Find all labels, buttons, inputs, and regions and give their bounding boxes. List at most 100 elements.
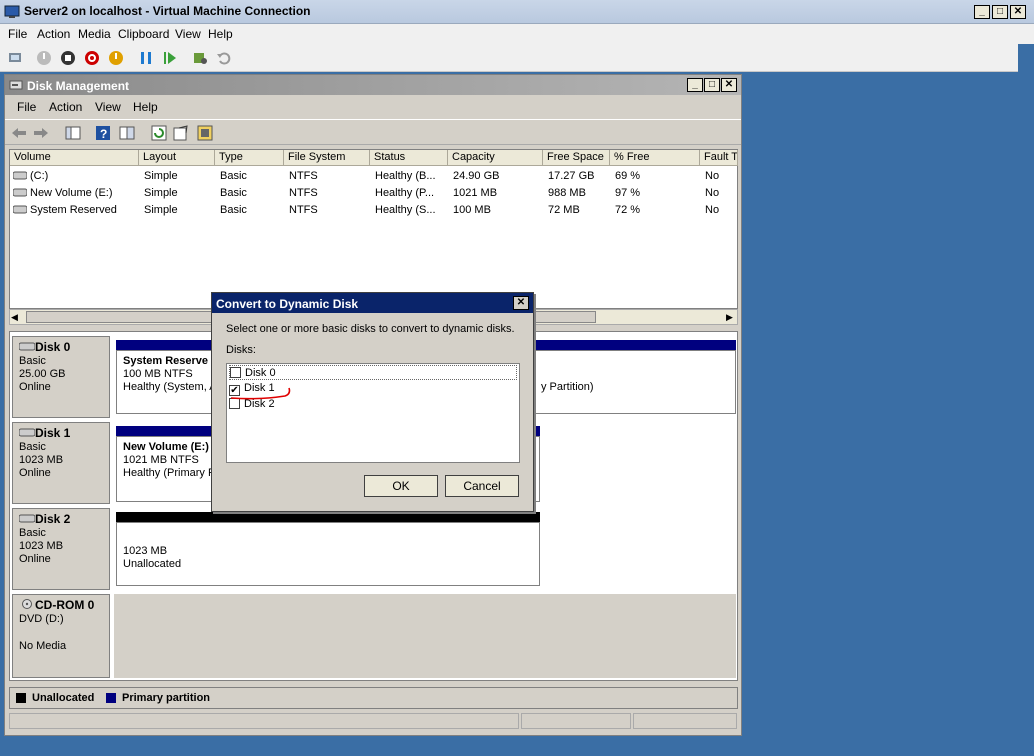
properties-icon[interactable] (173, 125, 189, 141)
vm-menu-action[interactable]: Action (37, 27, 70, 41)
dm-menu-view[interactable]: View (95, 100, 121, 114)
partition-title: System Reserve (123, 355, 209, 367)
col-header-volume[interactable]: Volume (10, 150, 139, 166)
primary-partition-swatch (106, 693, 116, 703)
disk-2-label[interactable]: Disk 2 Basic 1023 MB Online (12, 508, 110, 590)
cell-filesystem: NTFS (289, 204, 318, 216)
dm-close-button[interactable]: ✕ (721, 78, 737, 92)
ok-button[interactable]: OK (364, 475, 438, 497)
disk-1-label[interactable]: Disk 1 Basic 1023 MB Online (12, 422, 110, 504)
dm-menu-file[interactable]: File (17, 100, 36, 114)
red-underline-annotation (230, 387, 291, 400)
back-arrow-icon[interactable] (11, 125, 27, 141)
partition-system-reserved[interactable]: System Reserve 100 MB NTFS Healthy (Syst… (116, 350, 216, 414)
cell-type: Basic (220, 204, 247, 216)
statusbar (9, 713, 738, 731)
save-state-icon[interactable] (108, 50, 124, 66)
volume-list: Volume Layout Type File System Status Ca… (9, 149, 738, 309)
partition-size: 1023 MB (123, 545, 168, 557)
vm-titlebar: Server2 on localhost - Virtual Machine C… (0, 0, 1034, 24)
partition-unallocated[interactable]: 1023 MB Unallocated (116, 522, 540, 586)
maximize-button[interactable]: □ (992, 5, 1008, 19)
cell-free-space: 72 MB (548, 204, 580, 216)
dm-menu-action[interactable]: Action (49, 100, 82, 114)
partition-status: Healthy (System, A (123, 381, 216, 393)
vm-menu-file[interactable]: File (8, 27, 27, 41)
ctrl-alt-del-icon[interactable] (7, 50, 23, 66)
col-header-fault-tolerance[interactable]: Fault T (700, 150, 738, 166)
help-icon[interactable]: ? (95, 125, 111, 141)
vm-menu-help[interactable]: Help (208, 27, 233, 41)
table-row[interactable]: (C:) Simple Basic NTFS Healthy (B... 24.… (10, 168, 737, 185)
revert-icon[interactable] (216, 50, 232, 66)
col-header-layout[interactable]: Layout (139, 150, 215, 166)
volume-disk-icon (13, 204, 27, 217)
table-row[interactable]: New Volume (E:) Simple Basic NTFS Health… (10, 185, 737, 202)
pause-icon[interactable] (138, 50, 154, 66)
cell-volume: System Reserved (30, 204, 117, 216)
disk-size: 25.00 GB (19, 368, 66, 380)
vm-window: Server2 on localhost - Virtual Machine C… (0, 0, 1034, 756)
dm-maximize-button[interactable]: □ (704, 78, 720, 92)
disk-name: Disk 2 (35, 512, 71, 526)
forward-arrow-icon[interactable] (33, 125, 49, 141)
cell-fault-tolerance: No (705, 204, 720, 216)
col-header-free-space[interactable]: Free Space (543, 150, 610, 166)
dm-minimize-button[interactable]: _ (687, 78, 703, 92)
vm-menu-media[interactable]: Media (78, 27, 111, 41)
cell-status: Healthy (B... (375, 170, 436, 182)
convert-dynamic-disk-dialog: Convert to Dynamic Disk ✕ Select one or … (211, 292, 534, 512)
minimize-button[interactable]: _ (974, 5, 990, 19)
refresh-icon[interactable] (151, 125, 167, 141)
close-button[interactable]: ✕ (1010, 5, 1026, 19)
cdrom-0-label[interactable]: CD-ROM 0 DVD (D:) No Media (12, 594, 110, 678)
dm-toolbar: ? (5, 119, 741, 145)
cell-free-space: 17.27 GB (548, 170, 595, 182)
dialog-close-button[interactable]: ✕ (513, 296, 529, 310)
turn-off-icon[interactable] (60, 50, 76, 66)
snapshot-icon[interactable] (192, 50, 208, 66)
cell-capacity: 1021 MB (453, 187, 498, 199)
disks-label: Disks: (226, 344, 256, 356)
col-header-status[interactable]: Status (370, 150, 448, 166)
scroll-left-arrow-icon[interactable]: ◀ (11, 312, 18, 323)
partition-status: y Partition) (541, 381, 594, 393)
scroll-right-arrow-icon[interactable]: ▶ (726, 312, 733, 323)
console-tree-icon[interactable] (65, 125, 81, 141)
dialog-title: Convert to Dynamic Disk (216, 297, 359, 311)
disk-management-icon (8, 77, 24, 93)
disk-0-label[interactable]: Disk 0 Basic 25.00 GB Online (12, 336, 110, 418)
disk-state: Online (19, 467, 51, 479)
dm-menu-help[interactable]: Help (133, 100, 158, 114)
vm-menubar: File Action Media Clipboard View Help (0, 24, 1034, 44)
status-pane (633, 713, 737, 729)
cell-percent-free: 72 % (615, 204, 641, 216)
resume-icon[interactable] (162, 50, 178, 66)
cdrom-icon (19, 599, 35, 612)
vm-menu-clipboard[interactable]: Clipboard (118, 27, 169, 41)
cell-type: Basic (220, 170, 247, 182)
cell-volume: (C:) (30, 170, 49, 182)
dm-menubar: File Action View Help (5, 97, 741, 117)
col-header-percent-free[interactable]: % Free (610, 150, 700, 166)
start-icon[interactable] (36, 50, 52, 66)
disk-size: 1023 MB (19, 454, 64, 466)
vm-title: Server2 on localhost - Virtual Machine C… (24, 4, 311, 18)
cancel-button[interactable]: Cancel (445, 475, 519, 497)
shutdown-icon[interactable] (84, 50, 100, 66)
vm-menu-view[interactable]: View (175, 27, 201, 41)
disk-state: Online (19, 553, 51, 565)
disk-checkbox-row[interactable]: Disk 0 (229, 365, 517, 380)
col-header-filesystem[interactable]: File System (284, 150, 370, 166)
col-header-type[interactable]: Type (215, 150, 284, 166)
volume-disk-icon (13, 187, 27, 200)
unallocated-swatch (16, 693, 26, 703)
rescan-disks-icon[interactable] (197, 125, 213, 141)
table-row[interactable]: System Reserved Simple Basic NTFS Health… (10, 202, 737, 219)
checkbox[interactable] (230, 367, 241, 378)
disk-icon (18, 514, 36, 526)
partition-size: 100 MB NTFS (123, 368, 193, 380)
col-header-capacity[interactable]: Capacity (448, 150, 543, 166)
cell-type: Basic (220, 187, 247, 199)
show-hide-pane-icon[interactable] (119, 125, 135, 141)
